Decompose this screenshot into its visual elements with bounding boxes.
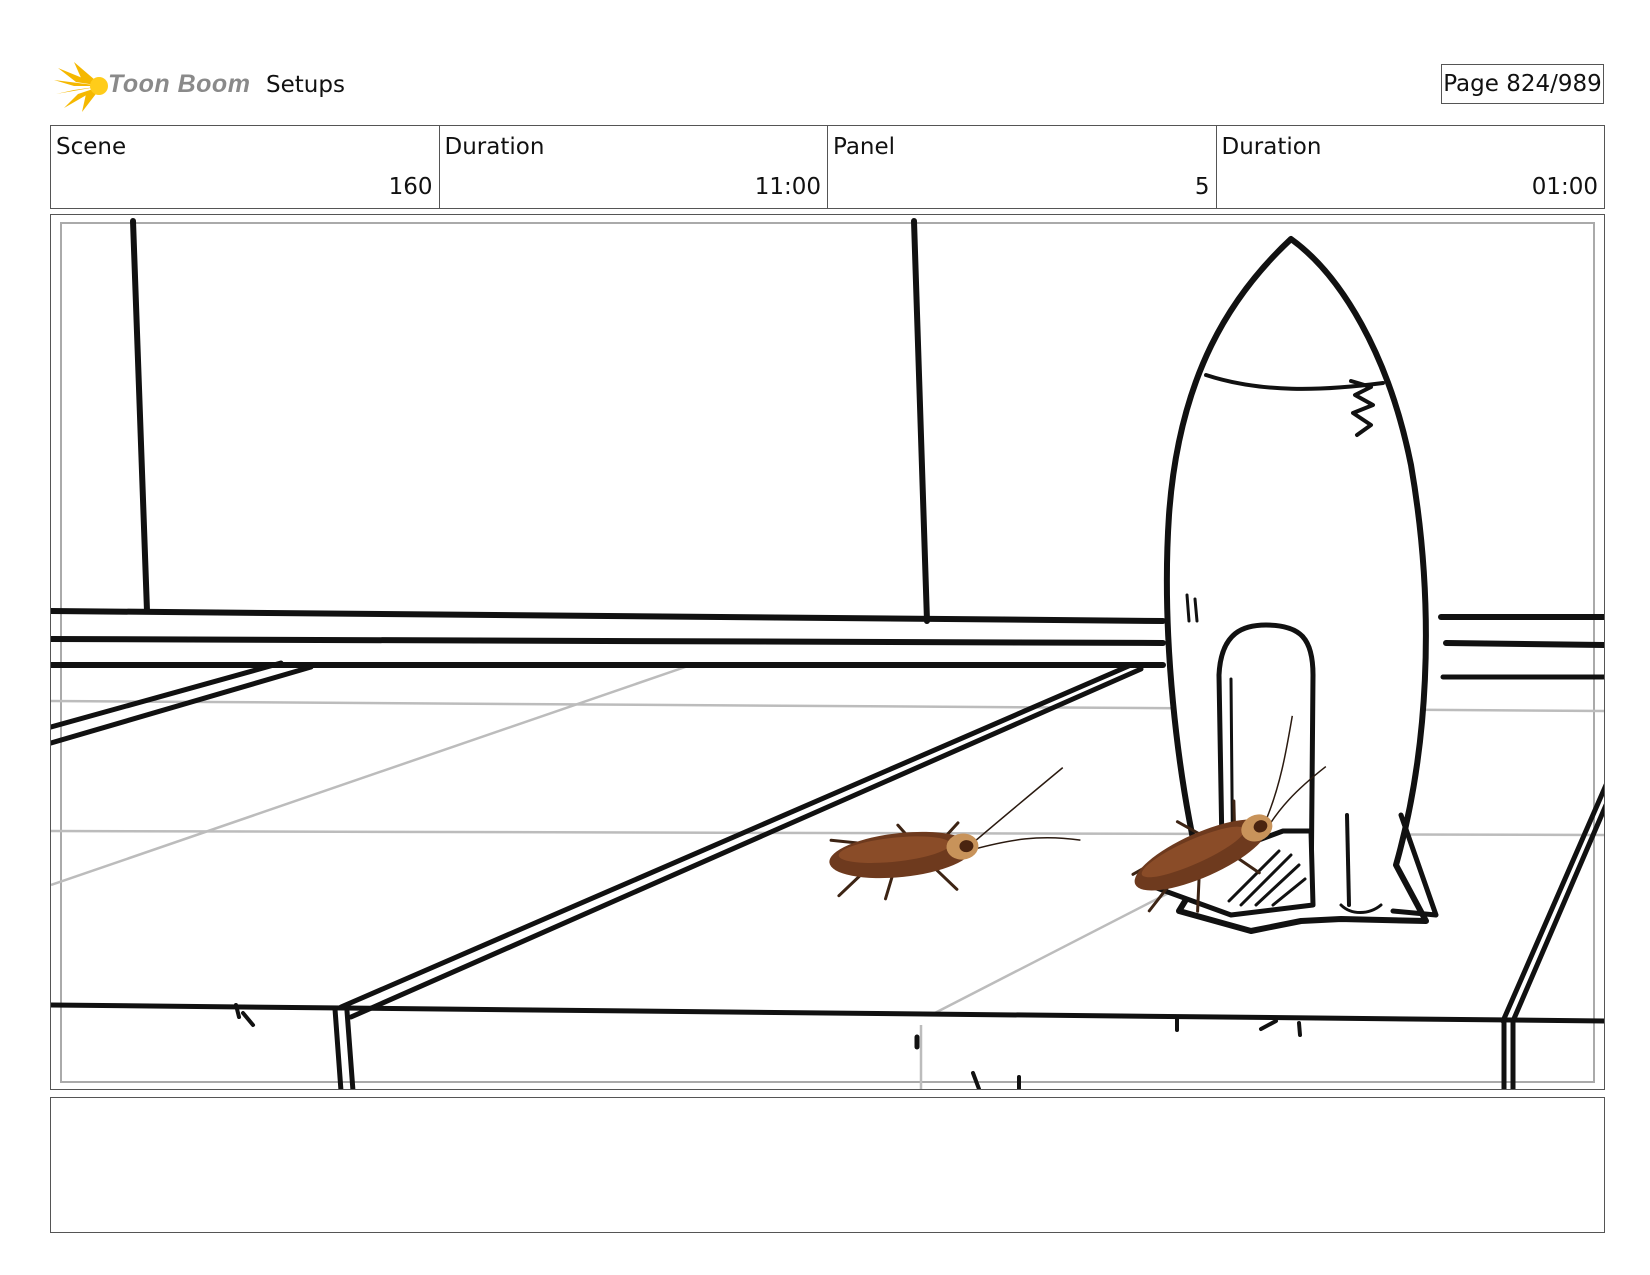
panel-duration-label: Duration — [1221, 134, 1322, 160]
page-indicator: Page 824/989 — [1441, 64, 1604, 104]
scene-label: Scene — [56, 134, 127, 160]
scene-value: 160 — [388, 174, 433, 200]
scene-info-row: Scene 160 Duration 11:00 Panel 5 Duratio… — [50, 125, 1605, 209]
scene-duration-cell: Duration 11:00 — [438, 126, 828, 208]
panel-value: 5 — [1194, 174, 1210, 200]
toon-boom-logo: Toon Boom — [52, 58, 251, 114]
panel-cell: Panel 5 — [827, 126, 1216, 208]
panel-label: Panel — [833, 134, 896, 160]
panel-notes-box — [50, 1097, 1605, 1233]
scene-duration-value: 11:00 — [754, 174, 821, 200]
panel-drawing — [51, 218, 1604, 1089]
brand-name: Toon Boom — [108, 70, 251, 98]
panel-duration-value: 01:00 — [1531, 174, 1598, 200]
cockroach-icon — [829, 767, 1081, 901]
scene-cell: Scene 160 — [51, 126, 439, 208]
toon-boom-sun-icon — [54, 62, 108, 112]
panel-duration-cell: Duration 01:00 — [1215, 126, 1605, 208]
section-title: Setups — [266, 72, 345, 98]
storyboard-panel — [50, 214, 1605, 1090]
scene-duration-label: Duration — [444, 134, 545, 160]
